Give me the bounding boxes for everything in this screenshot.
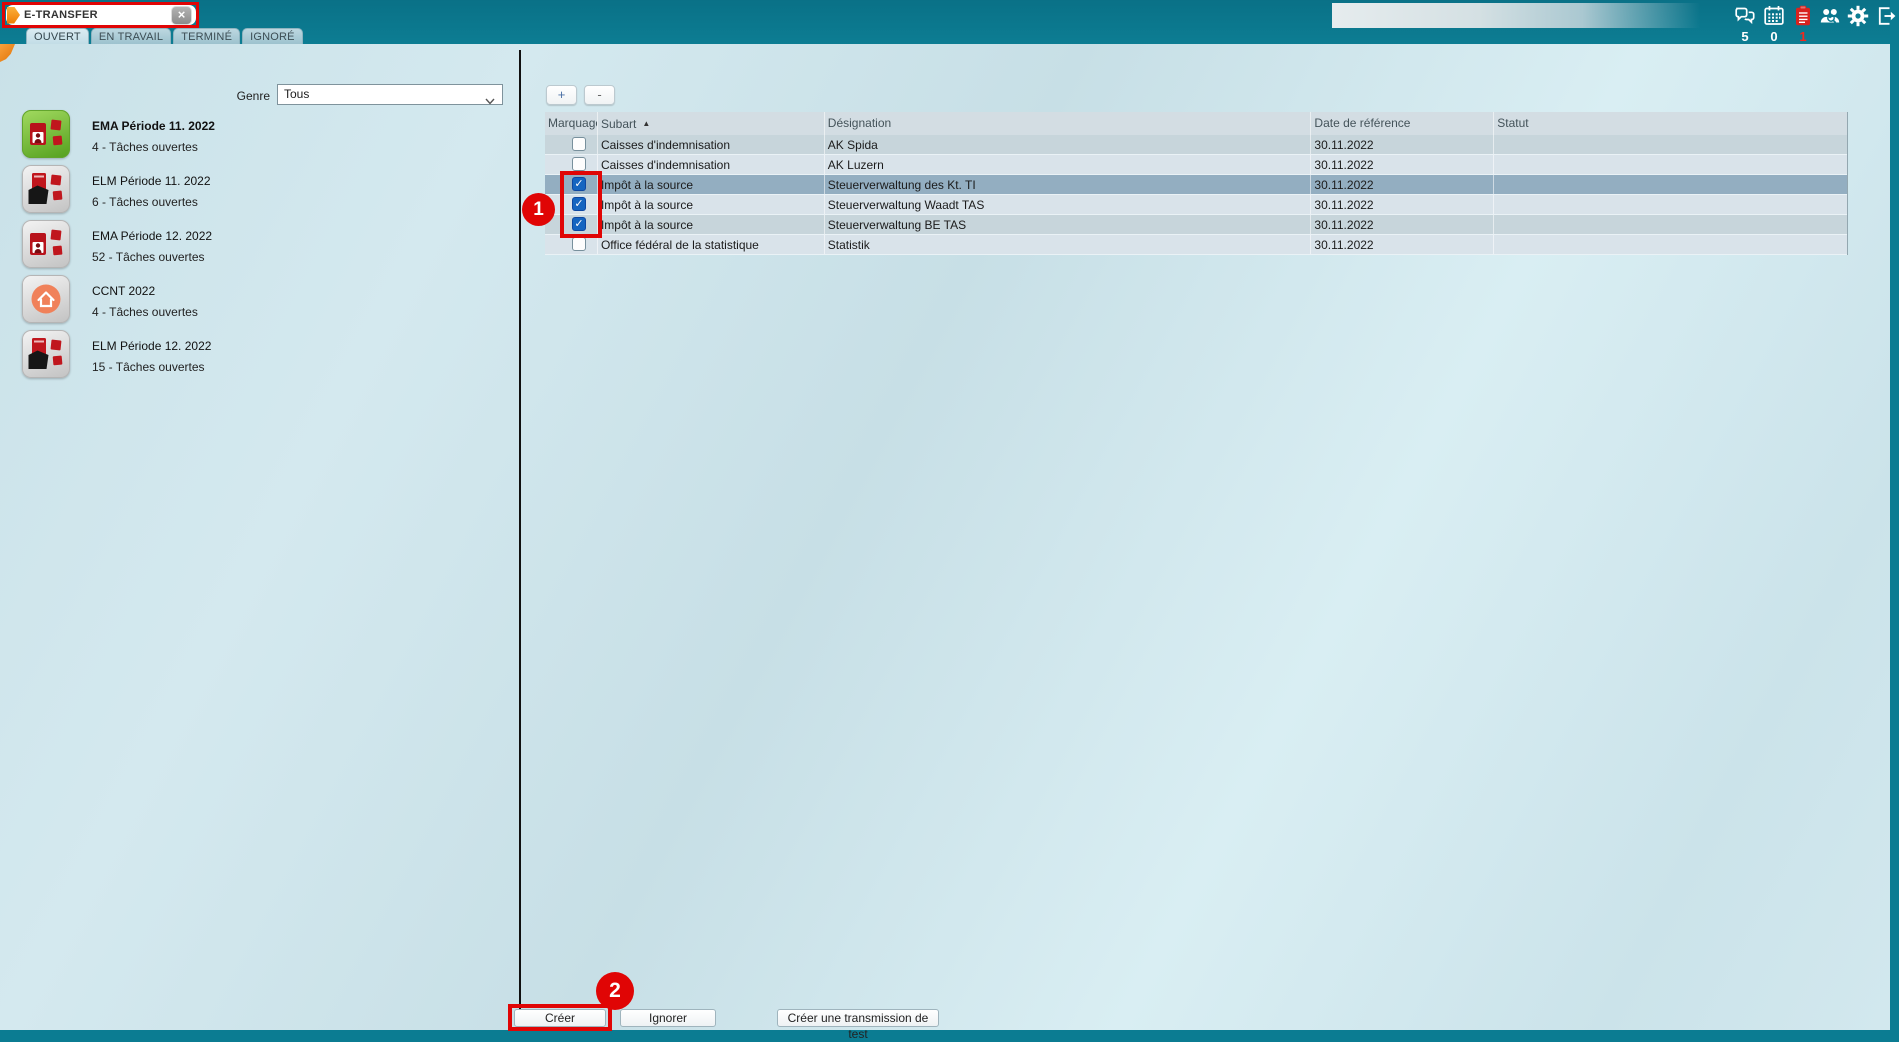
cell-statut [1494, 175, 1847, 194]
table-row[interactable]: Impôt à la source Steuerverwaltung BE TA… [545, 215, 1847, 235]
add-button[interactable]: + [546, 85, 577, 105]
document-tab-label: E-TRANSFER [24, 9, 171, 21]
tab-en-travail[interactable]: EN TRAVAIL [91, 28, 171, 44]
sidebar-item-elm-11-2022[interactable]: ELM Période 11. 2022 6 - Tâches ouvertes [22, 165, 442, 215]
row-checkbox[interactable] [572, 157, 586, 171]
sidebar-item-subtitle: 52 - Tâches ouvertes [92, 250, 205, 264]
row-checkbox[interactable] [572, 137, 586, 151]
row-checkbox[interactable] [572, 197, 586, 211]
window-bottom-edge [0, 1030, 1899, 1037]
genre-select[interactable]: Tous [277, 84, 503, 105]
sidebar-item-subtitle: 4 - Tâches ouvertes [92, 305, 198, 319]
cell-subart: Caisses d'indemnisation [598, 135, 825, 154]
cell-designation: AK Luzern [825, 155, 1312, 174]
sidebar-item-title: EMA Période 12. 2022 [92, 229, 212, 243]
row-checkbox[interactable] [572, 217, 586, 231]
annotation-step-2-badge: 2 [596, 972, 634, 1010]
row-checkbox[interactable] [572, 237, 586, 251]
ema-icon [22, 220, 70, 268]
table-header-row: Marquage Subart▲ Désignation Date de réf… [545, 112, 1847, 135]
cell-date: 30.11.2022 [1311, 195, 1494, 214]
table-row[interactable]: Office fédéral de la statistique Statist… [545, 235, 1847, 255]
sidebar-item-subtitle: 4 - Tâches ouvertes [92, 140, 198, 154]
row-checkbox[interactable] [572, 177, 586, 191]
header-icon-cluster: 5 0 1 [1730, 3, 1890, 44]
annotation-step-1-badge: 1 [522, 193, 555, 226]
close-icon[interactable]: × [171, 6, 192, 25]
elm-icon [22, 330, 70, 378]
table-row[interactable]: Caisses d'indemnisation AK Spida 30.11.2… [545, 135, 1847, 155]
table-row-selected[interactable]: Impôt à la source Steuerverwaltung des K… [545, 175, 1847, 195]
cell-statut [1494, 215, 1847, 234]
cell-date: 30.11.2022 [1311, 155, 1494, 174]
cell-subart: Impôt à la source [598, 175, 825, 194]
cell-date: 30.11.2022 [1311, 175, 1494, 194]
cell-date: 30.11.2022 [1311, 235, 1494, 254]
ema-green-icon [22, 110, 70, 158]
elm-icon [22, 165, 70, 213]
ccnt-house-icon [22, 275, 70, 323]
cell-subart: Caisses d'indemnisation [598, 155, 825, 174]
window-right-edge [1890, 0, 1899, 1037]
cell-designation: Statistik [825, 235, 1312, 254]
sidebar-item-title: EMA Période 11. 2022 [92, 119, 215, 133]
column-header-statut[interactable]: Statut [1494, 112, 1847, 135]
create-test-transmission-button[interactable]: Créer une transmission de test [777, 1009, 939, 1027]
create-button[interactable]: Créer [514, 1009, 606, 1027]
cell-date: 30.11.2022 [1311, 135, 1494, 154]
remove-button[interactable]: - [584, 85, 615, 105]
cell-subart: Office fédéral de la statistique [598, 235, 825, 254]
document-tab-etransfer[interactable]: E-TRANSFER × [6, 5, 196, 25]
genre-select-value: Tous [284, 87, 309, 101]
column-header-date[interactable]: Date de référence [1311, 112, 1494, 135]
sidebar-item-ema-12-2022[interactable]: EMA Période 12. 2022 52 - Tâches ouverte… [22, 220, 442, 270]
tab-termine[interactable]: TERMINÉ [173, 28, 240, 44]
tab-ignore[interactable]: IGNORÉ [242, 28, 303, 44]
column-header-subart[interactable]: Subart▲ [598, 112, 825, 135]
sort-ascending-icon: ▲ [642, 119, 650, 128]
table-row[interactable]: Impôt à la source Steuerverwaltung Waadt… [545, 195, 1847, 215]
sidebar-item-ema-11-2022[interactable]: EMA Période 11. 2022 4 - Tâches ouvertes [22, 110, 442, 160]
cell-statut [1494, 135, 1847, 154]
calendar-icon[interactable] [1762, 4, 1786, 28]
table-row[interactable]: Caisses d'indemnisation AK Luzern 30.11.… [545, 155, 1847, 175]
sidebar-item-ccnt-2022[interactable]: CCNT 2022 4 - Tâches ouvertes [22, 275, 442, 325]
ignore-button[interactable]: Ignorer [620, 1009, 716, 1027]
tasks-badge: 1 [1791, 29, 1815, 44]
sidebar-item-title: CCNT 2022 [92, 284, 155, 298]
tasks-icon[interactable] [1791, 4, 1815, 28]
column-header-designation[interactable]: Désignation [825, 112, 1312, 135]
cell-designation: Steuerverwaltung Waadt TAS [825, 195, 1312, 214]
cell-statut [1494, 195, 1847, 214]
header-gradient-bar [1332, 3, 1700, 28]
calendar-badge: 0 [1762, 29, 1786, 44]
genre-label: Genre [200, 89, 270, 103]
people-search-icon[interactable] [1818, 4, 1842, 28]
cell-designation: Steuerverwaltung BE TAS [825, 215, 1312, 234]
logout-icon[interactable] [1875, 4, 1899, 28]
cell-designation: Steuerverwaltung des Kt. TI [825, 175, 1312, 194]
settings-gear-icon[interactable] [1846, 4, 1870, 28]
sidebar-item-title: ELM Période 11. 2022 [92, 174, 211, 188]
tab-ouvert[interactable]: OUVERT [26, 28, 89, 44]
cell-designation: AK Spida [825, 135, 1312, 154]
cell-statut [1494, 235, 1847, 254]
chat-icon[interactable] [1733, 4, 1757, 28]
chevron-down-icon [485, 92, 495, 99]
sidebar-item-subtitle: 6 - Tâches ouvertes [92, 195, 198, 209]
cell-subart: Impôt à la source [598, 195, 825, 214]
sidebar-item-elm-12-2022[interactable]: ELM Période 12. 2022 15 - Tâches ouverte… [22, 330, 442, 380]
cell-date: 30.11.2022 [1311, 215, 1494, 234]
sidebar-item-title: ELM Période 12. 2022 [92, 339, 211, 353]
cell-subart: Impôt à la source [598, 215, 825, 234]
tasks-table: Marquage Subart▲ Désignation Date de réf… [545, 112, 1848, 255]
chat-badge: 5 [1733, 29, 1757, 44]
sidebar-item-subtitle: 15 - Tâches ouvertes [92, 360, 205, 374]
cell-statut [1494, 155, 1847, 174]
tab-arrow-icon [7, 7, 20, 24]
column-header-marquage[interactable]: Marquage [545, 112, 598, 135]
status-tab-bar: OUVERT EN TRAVAIL TERMINÉ IGNORÉ [26, 28, 303, 44]
sidebar-main-divider[interactable] [519, 50, 521, 1030]
